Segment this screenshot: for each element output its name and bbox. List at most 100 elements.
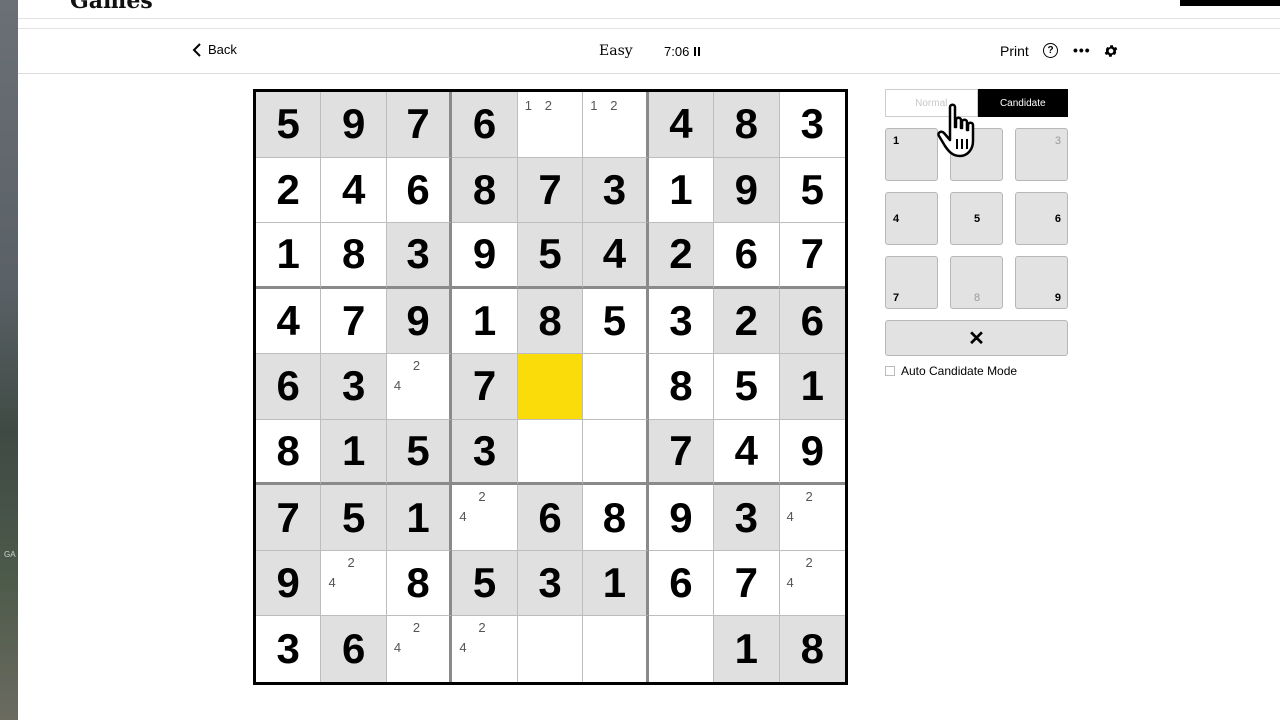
sudoku-cell[interactable]: 24 xyxy=(386,616,453,682)
sudoku-cell[interactable]: 4 xyxy=(714,419,780,486)
numpad-key[interactable]: 9 xyxy=(1015,256,1068,309)
sudoku-cell[interactable] xyxy=(517,354,584,420)
sudoku-cell[interactable]: 12 xyxy=(583,92,649,158)
sudoku-cell[interactable]: 9 xyxy=(648,485,715,551)
sudoku-cell[interactable]: 2 xyxy=(714,288,780,355)
timer[interactable]: 7:06 xyxy=(664,44,701,59)
sudoku-cell[interactable] xyxy=(648,616,715,682)
top-account-button[interactable] xyxy=(1180,0,1280,6)
sudoku-cell[interactable]: 7 xyxy=(714,550,780,617)
back-button[interactable]: Back xyxy=(192,42,237,57)
sudoku-cell[interactable]: 7 xyxy=(517,157,584,224)
sudoku-cell[interactable]: 8 xyxy=(648,354,715,420)
sudoku-cell[interactable]: 6 xyxy=(517,485,584,551)
more-options-icon[interactable]: ••• xyxy=(1073,42,1091,58)
sudoku-cell[interactable]: 3 xyxy=(321,354,387,420)
sudoku-cell[interactable]: 9 xyxy=(779,419,845,486)
numpad-key[interactable]: 8 xyxy=(950,256,1003,309)
sudoku-cell[interactable] xyxy=(517,616,584,682)
erase-button[interactable]: ✕ xyxy=(885,320,1068,356)
sudoku-cell[interactable]: 24 xyxy=(452,616,518,682)
sudoku-cell[interactable]: 1 xyxy=(321,419,387,486)
sudoku-cell[interactable]: 4 xyxy=(256,288,322,355)
sudoku-cell[interactable]: 5 xyxy=(583,288,649,355)
sudoku-cell[interactable]: 8 xyxy=(452,157,518,224)
sudoku-cell[interactable]: 5 xyxy=(256,92,322,158)
numpad-key[interactable]: 7 xyxy=(885,256,938,309)
sudoku-cell[interactable]: 9 xyxy=(321,92,387,158)
sudoku-cell[interactable]: 24 xyxy=(779,485,845,551)
sudoku-cell[interactable]: 6 xyxy=(452,92,518,158)
sudoku-cell[interactable] xyxy=(583,616,649,682)
sudoku-cell[interactable]: 4 xyxy=(583,223,649,289)
sudoku-cell[interactable]: 3 xyxy=(452,419,518,486)
tab-candidate[interactable]: Candidate xyxy=(977,89,1068,117)
numpad-key[interactable]: 1 xyxy=(885,128,938,181)
sudoku-cell[interactable]: 3 xyxy=(256,616,322,682)
sudoku-cell[interactable]: 9 xyxy=(256,550,322,617)
sudoku-cell[interactable]: 7 xyxy=(648,419,715,486)
auto-candidate-checkbox[interactable] xyxy=(885,366,895,376)
sudoku-cell[interactable]: 1 xyxy=(386,485,453,551)
numpad-key[interactable]: 4 xyxy=(885,192,938,245)
sudoku-cell[interactable]: 5 xyxy=(517,223,584,289)
pause-icon[interactable] xyxy=(694,47,701,56)
sudoku-cell[interactable]: 6 xyxy=(714,223,780,289)
sudoku-cell[interactable]: 5 xyxy=(386,419,453,486)
help-icon[interactable]: ? xyxy=(1043,43,1058,58)
sudoku-cell[interactable]: 5 xyxy=(779,157,845,224)
sudoku-cell[interactable]: 1 xyxy=(583,550,649,617)
sudoku-cell[interactable] xyxy=(583,354,649,420)
sudoku-cell[interactable]: 6 xyxy=(779,288,845,355)
numpad-key[interactable]: 6 xyxy=(1015,192,1068,245)
sudoku-cell[interactable]: 4 xyxy=(648,92,715,158)
sudoku-cell[interactable]: 3 xyxy=(714,485,780,551)
sudoku-cell[interactable]: 7 xyxy=(452,354,518,420)
sudoku-cell[interactable]: 24 xyxy=(386,354,453,420)
sudoku-cell[interactable]: 7 xyxy=(779,223,845,289)
sudoku-cell[interactable]: 3 xyxy=(583,157,649,224)
sudoku-cell[interactable]: 3 xyxy=(779,92,845,158)
sudoku-cell[interactable]: 8 xyxy=(714,92,780,158)
sudoku-cell[interactable]: 12 xyxy=(517,92,584,158)
sudoku-cell[interactable]: 5 xyxy=(714,354,780,420)
sudoku-cell[interactable]: 6 xyxy=(648,550,715,617)
sudoku-cell[interactable]: 1 xyxy=(779,354,845,420)
sudoku-cell[interactable]: 2 xyxy=(648,223,715,289)
sudoku-cell[interactable]: 1 xyxy=(648,157,715,224)
sudoku-cell[interactable]: 6 xyxy=(256,354,322,420)
sudoku-cell[interactable]: 8 xyxy=(321,223,387,289)
sudoku-cell[interactable]: 8 xyxy=(583,485,649,551)
sudoku-cell[interactable]: 6 xyxy=(386,157,453,224)
sudoku-cell[interactable]: 8 xyxy=(517,288,584,355)
sudoku-cell[interactable]: 7 xyxy=(321,288,387,355)
sudoku-cell[interactable]: 9 xyxy=(714,157,780,224)
sudoku-cell[interactable]: 2 xyxy=(256,157,322,224)
numpad-key[interactable]: 5 xyxy=(950,192,1003,245)
sudoku-cell[interactable]: 3 xyxy=(648,288,715,355)
sudoku-cell[interactable]: 8 xyxy=(256,419,322,486)
sudoku-cell[interactable]: 5 xyxy=(452,550,518,617)
sudoku-cell[interactable]: 7 xyxy=(386,92,453,158)
sudoku-cell[interactable]: 4 xyxy=(321,157,387,224)
auto-candidate-toggle[interactable]: Auto Candidate Mode xyxy=(885,364,1017,378)
sudoku-cell[interactable]: 6 xyxy=(321,616,387,682)
sudoku-cell[interactable]: 24 xyxy=(779,550,845,617)
sudoku-cell[interactable] xyxy=(583,419,649,486)
sudoku-cell[interactable]: 5 xyxy=(321,485,387,551)
gear-icon[interactable] xyxy=(1103,43,1119,59)
sudoku-cell[interactable]: 8 xyxy=(386,550,453,617)
games-logo[interactable]: Games xyxy=(70,0,153,14)
sudoku-cell[interactable]: 7 xyxy=(256,485,322,551)
sudoku-cell[interactable]: 3 xyxy=(386,223,453,289)
sudoku-cell[interactable]: 8 xyxy=(779,616,845,682)
sudoku-cell[interactable]: 9 xyxy=(386,288,453,355)
sudoku-cell[interactable]: 24 xyxy=(321,550,387,617)
sudoku-cell[interactable] xyxy=(517,419,584,486)
sudoku-cell[interactable]: 24 xyxy=(452,485,518,551)
sudoku-cell[interactable]: 1 xyxy=(452,288,518,355)
sudoku-cell[interactable]: 1 xyxy=(714,616,780,682)
numpad-key[interactable]: 3 xyxy=(1015,128,1068,181)
sudoku-cell[interactable]: 9 xyxy=(452,223,518,289)
print-button[interactable]: Print xyxy=(1000,43,1029,59)
